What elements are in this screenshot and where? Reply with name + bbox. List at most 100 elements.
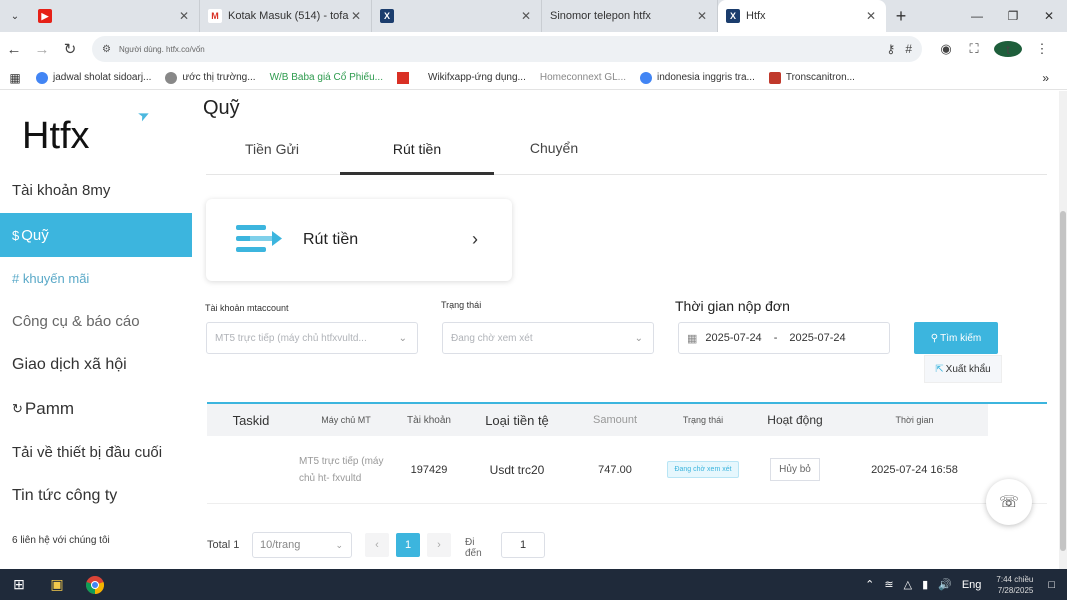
extensions-puzzle-icon[interactable]: ⛶	[960, 41, 988, 57]
sidebar-item-promotions[interactable]: # khuyến mãi	[0, 256, 192, 300]
system-tray: ⌃ ≊ △ ▮ 🔊 Eng 7:44 chiều 7/28/2025 □	[860, 569, 1067, 600]
bookmark-item[interactable]: Tronscanitron...	[768, 71, 855, 84]
tab-transfer[interactable]: Chuyển	[496, 140, 612, 174]
network-icon[interactable]: ≊	[884, 578, 893, 591]
sidebar-item-contact[interactable]: 6 liên hệ với chúng tôi	[0, 518, 192, 562]
account-select[interactable]: MT5 trực tiếp (máy chủ htfxvultd... ⌄	[206, 322, 418, 354]
calendar-icon: ▦	[687, 332, 698, 345]
browser-tab-htfx-1[interactable]: X ✕	[372, 0, 542, 32]
apps-grid-icon[interactable]: ▦	[0, 71, 30, 85]
bookmark-item[interactable]: jadwal sholat sidoarj...	[36, 71, 151, 84]
clock[interactable]: 7:44 chiều 7/28/2025	[996, 574, 1033, 596]
next-page-button[interactable]: ›	[427, 533, 451, 557]
browser-tab-youtube[interactable]: ▶ ✕	[30, 0, 200, 32]
forward-icon[interactable]: →	[28, 41, 56, 58]
export-icon: ⇱	[935, 363, 944, 375]
withdraw-card[interactable]: Rút tiền ›	[206, 199, 512, 281]
file-explorer-icon[interactable]: ▣	[38, 569, 76, 600]
cancel-button[interactable]: Hủy bỏ	[770, 458, 820, 481]
browser-tab-title: Kotak Masuk (514) - tofan25	[228, 10, 349, 22]
notifications-icon[interactable]: □	[1048, 579, 1055, 591]
sidebar-item-tools[interactable]: Công cụ & báo cáo	[0, 299, 192, 343]
site-info-icon[interactable]: ⚙	[102, 44, 111, 55]
password-key-icon[interactable]: ⚷	[887, 42, 896, 56]
support-chat-button[interactable]: ☏	[986, 479, 1032, 525]
sidebar-item-news[interactable]: Tin tức công ty	[0, 474, 192, 518]
close-icon[interactable]: ✕	[177, 9, 191, 23]
account-filter-label: Tài khoản mtaccount	[205, 303, 289, 313]
more-bookmarks-icon[interactable]: »	[1042, 71, 1049, 85]
close-icon[interactable]: ✕	[349, 9, 363, 23]
status-badge: Đang chờ xem xét	[667, 461, 739, 478]
date-to[interactable]: 2025-07-24	[789, 332, 845, 344]
page-number-button[interactable]: 1	[396, 533, 420, 557]
language-indicator[interactable]: Eng	[962, 579, 982, 591]
close-icon[interactable]: ✕	[519, 9, 533, 23]
meet-icon[interactable]: △	[904, 578, 912, 591]
chrome-logo	[86, 575, 104, 594]
page-title: Quỹ	[203, 97, 240, 119]
date-range-picker[interactable]: ▦ 2025-07-24 - 2025-07-24	[678, 322, 890, 354]
bookmark-item[interactable]: indonesia inggris tra...	[640, 71, 755, 84]
status-select-value: Đang chờ xem xét	[451, 332, 533, 344]
tab-deposit[interactable]: Tiền Gửi	[206, 141, 338, 175]
url-input[interactable]: ⚙ Người dùng. htfx.co/vốn ⚷ #	[92, 36, 922, 62]
back-icon[interactable]: ←	[0, 41, 28, 58]
goto-page-input[interactable]: 1	[501, 532, 545, 558]
windows-start-icon[interactable]: ⊞	[0, 569, 38, 600]
col-currency: Loại tiền tệ	[485, 412, 549, 428]
dollar-coin-icon: $	[12, 227, 20, 243]
tray-chevron-up-icon[interactable]: ⌃	[865, 578, 874, 591]
tab-withdraw[interactable]: Rút tiền	[340, 141, 494, 175]
close-icon[interactable]: ✕	[695, 9, 709, 23]
hash-icon[interactable]: #	[905, 42, 912, 56]
bookmark-item[interactable]: Wikifxapp-ứng dụng...	[428, 72, 526, 83]
profile-avatar[interactable]: t	[994, 41, 1022, 57]
page-size-select[interactable]: 10/trang ⌄	[252, 532, 352, 558]
sidebar-item-label: Quỹ	[21, 226, 49, 244]
chrome-icon[interactable]	[76, 569, 114, 600]
sidebar-item-pamm[interactable]: ↻ Pamm	[0, 387, 192, 431]
col-amount: Samount	[592, 414, 638, 426]
battery-icon[interactable]: ▮	[922, 578, 928, 591]
minimize-icon[interactable]: —	[959, 0, 995, 32]
new-tab-button[interactable]: +	[886, 6, 916, 27]
bookmark-item[interactable]	[397, 71, 414, 84]
bookmark-label: Wikifxapp-ứng dụng...	[428, 72, 526, 83]
bookmark-item[interactable]: W/B Baba giá Cổ Phiếu...	[270, 72, 383, 83]
status-select[interactable]: Đang chờ xem xét ⌄	[442, 322, 654, 354]
export-button[interactable]: ⇱ Xuất khẩu	[924, 355, 1002, 383]
reload-icon[interactable]: ↻	[56, 40, 84, 58]
bookmark-label: Homeconnext GL...	[539, 72, 627, 83]
page-scrollbar[interactable]	[1059, 91, 1067, 569]
window-close-icon[interactable]: ✕	[1031, 0, 1067, 32]
close-icon[interactable]: ✕	[864, 9, 878, 23]
prev-page-button[interactable]: ‹	[365, 533, 389, 557]
speaker-icon[interactable]: 🔊	[938, 578, 952, 591]
cell-account: 197429	[410, 463, 448, 476]
tab-search-chevron-icon[interactable]: ⌄	[0, 0, 30, 32]
page-icon	[165, 71, 178, 84]
google-icon	[640, 71, 653, 84]
sidebar-item-social[interactable]: Giao dịch xã hội	[0, 343, 192, 387]
restore-icon[interactable]: ❐	[995, 0, 1031, 32]
sidebar-account[interactable]: Tài khoản 8my	[0, 168, 192, 212]
extension-globe-icon[interactable]: ◉	[932, 41, 960, 57]
sidebar-item-funds[interactable]: $ Quỹ	[0, 213, 192, 257]
logo: Htfx	[22, 115, 90, 157]
browser-tab-htfx-active[interactable]: X Htfx ✕	[718, 0, 886, 32]
menu-kebab-icon[interactable]: ⋮	[1028, 41, 1056, 57]
col-account: Tài khoản	[407, 414, 451, 426]
export-button-label: Xuất khẩu	[945, 363, 991, 375]
bookmark-item[interactable]: Homeconnext GL...	[540, 72, 626, 83]
col-server: Máy chủ MT	[321, 415, 371, 425]
scrollbar-thumb[interactable]	[1060, 211, 1066, 551]
browser-tab-phone[interactable]: Sinomor telepon htfx ✕	[542, 0, 718, 32]
date-from[interactable]: 2025-07-24	[705, 332, 761, 344]
sidebar-item-download[interactable]: Tải về thiết bị đầu cuối	[0, 430, 192, 474]
search-button[interactable]: ⚲ Tìm kiếm	[914, 322, 998, 354]
date-separator: -	[773, 332, 778, 344]
browser-tab-gmail[interactable]: M Kotak Masuk (514) - tofan25 ✕	[200, 0, 372, 32]
bookmark-item[interactable]: ước thị trường...	[165, 71, 256, 84]
gmail-icon: M	[208, 9, 222, 23]
